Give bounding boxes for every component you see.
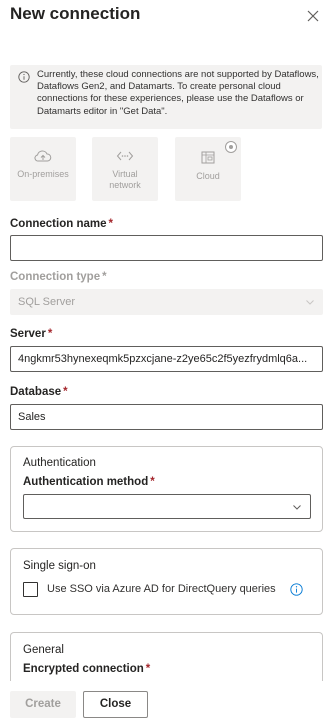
chevron-down-icon [293,505,301,510]
info-message: Currently, these cloud connections are n… [10,65,322,129]
selected-radio[interactable] [225,141,237,153]
connection-type-label: Connection type * [10,271,107,283]
tile-on-premises[interactable]: On-premises [10,137,76,201]
server-label: Server * [10,328,53,340]
encrypted-connection-label: Encrypted connection * [23,663,151,675]
tile-label: Cloud [196,171,220,181]
tile-label: Virtual network [109,169,141,190]
authentication-method-dropdown[interactable] [23,494,311,519]
info-icon[interactable] [290,583,303,596]
connection-type-select: SQL Server [10,289,323,315]
sso-checkbox-label: Use SSO via Azure AD for DirectQuery que… [47,583,276,595]
server-input[interactable]: 4ngkmr53hynexeqmk5pzxcjane-z2ye65c2f5yez… [10,346,323,372]
dialog-title: New connection [10,4,141,23]
info-text: Currently, these cloud connections are n… [37,69,319,117]
connection-name-input[interactable] [10,235,323,261]
database-label: Database * [10,386,68,398]
tile-virtual-network[interactable]: Virtual network [92,137,158,201]
close-icon[interactable] [303,6,323,26]
chevron-down-icon [306,300,314,305]
sso-checkbox[interactable] [23,582,38,597]
authentication-title: Authentication [23,457,96,469]
connection-name-label: Connection name * [10,218,113,230]
database-input[interactable]: Sales [10,404,323,430]
cloud-upload-icon [34,150,52,162]
info-icon [18,71,30,83]
tile-label: On-premises [17,169,69,179]
create-button[interactable]: Create [10,691,76,718]
sso-title: Single sign-on [23,560,96,572]
general-title: General [23,644,64,656]
close-button[interactable]: Close [83,691,148,718]
tile-cloud[interactable]: Cloud [175,137,241,201]
authentication-group: Authentication Authentication method * [10,446,323,532]
sso-group: Single sign-on Use SSO via Azure AD for … [10,548,323,615]
authentication-method-label: Authentication method * [23,476,155,488]
virtual-network-icon [116,151,134,161]
cloud-building-icon [201,151,215,164]
